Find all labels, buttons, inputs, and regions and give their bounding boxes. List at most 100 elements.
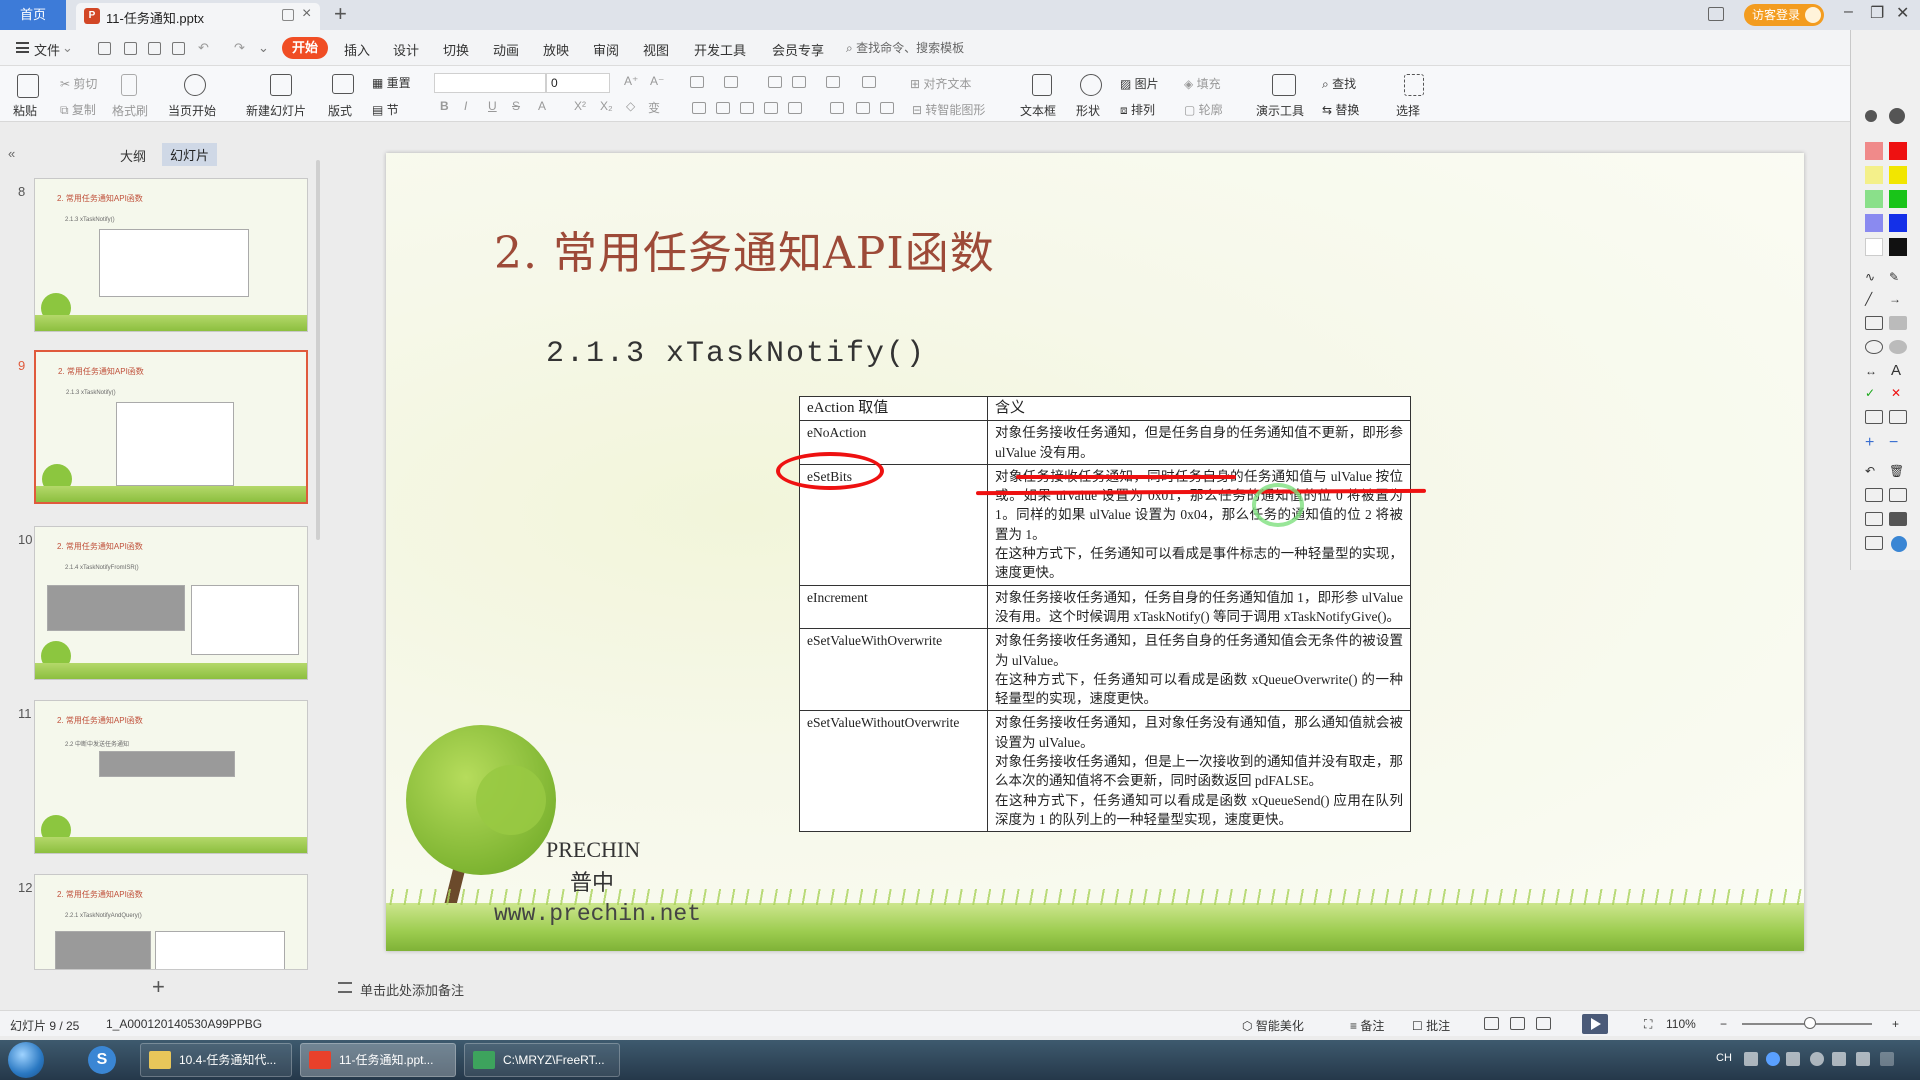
clear-format-icon[interactable]: ◇ — [626, 99, 635, 113]
play-from-current-icon[interactable] — [184, 74, 206, 96]
superscript-icon[interactable]: X² — [574, 99, 586, 113]
italic-icon[interactable]: I — [464, 99, 467, 113]
font-size-select[interactable]: 0 — [546, 73, 610, 93]
show-desktop-icon[interactable] — [1880, 1052, 1894, 1066]
shape-button[interactable]: 形状 — [1076, 102, 1100, 119]
undo-ink-icon[interactable]: ↶ — [1865, 464, 1875, 478]
color-swatch-white[interactable] — [1865, 238, 1883, 256]
line-spacing-icon[interactable] — [830, 102, 844, 114]
presentation-tools-icon[interactable] — [1272, 74, 1296, 96]
tab-home[interactable]: 首页 — [0, 0, 66, 30]
outline-button[interactable]: ▢ 轮廓 — [1184, 101, 1223, 118]
play-slideshow-button[interactable] — [1582, 1014, 1608, 1034]
reset-button[interactable]: ▦ 重置 — [372, 74, 411, 91]
zoom-region-icon[interactable] — [1889, 410, 1907, 424]
tab-insert[interactable]: 插入 — [344, 40, 370, 59]
format-painter-icon[interactable] — [121, 74, 137, 96]
network-icon[interactable] — [1810, 1052, 1824, 1066]
notification-icon[interactable] — [1856, 1052, 1870, 1066]
notes-toggle-button[interactable]: ≡ 备注 — [1350, 1017, 1384, 1034]
copy-button[interactable]: ⧉ 复制 — [60, 101, 96, 118]
notes-placeholder[interactable]: 单击此处添加备注 — [360, 980, 464, 999]
decrease-indent-icon[interactable] — [768, 76, 782, 88]
slide-thumbnail[interactable]: 2. 常用任务通知API函数 2.1.3 xTaskNotify() — [34, 178, 308, 332]
slide-thumbnail-selected[interactable]: 2. 常用任务通知API函数 2.1.3 xTaskNotify() — [34, 350, 308, 504]
color-swatch-green[interactable] — [1889, 190, 1907, 208]
subscript-icon[interactable]: X₂ — [600, 99, 613, 113]
filled-rectangle-icon[interactable] — [1889, 316, 1907, 330]
customize-icon[interactable]: ⌄ — [258, 40, 269, 56]
taskbar-item-folder[interactable]: 10.4-任务通知代... — [140, 1043, 292, 1077]
save-as-icon[interactable] — [124, 42, 137, 55]
tab-animation[interactable]: 动画 — [493, 40, 519, 59]
pen-size-large-icon[interactable] — [1889, 108, 1905, 124]
new-slide-icon[interactable] — [270, 74, 292, 96]
start-button[interactable] — [8, 1042, 44, 1078]
restore-icon[interactable]: ❐ — [1870, 3, 1884, 23]
shrink-font-icon[interactable]: A⁻ — [650, 74, 664, 88]
slide-thumbnail[interactable]: 2. 常用任务通知API函数 2.1.4 xTaskNotifyFromISR(… — [34, 526, 308, 680]
shape-icon[interactable] — [1080, 74, 1102, 96]
layout-button[interactable]: 版式 — [328, 102, 352, 119]
ellipse-tool-icon[interactable] — [1865, 340, 1883, 354]
tab-view[interactable]: 视图 — [643, 40, 669, 59]
eaction-table[interactable]: eAction 取值 含义 eNoAction 对象任务接收任务通知，但是任务自… — [799, 395, 1411, 833]
menu-file[interactable]: 文件 — [34, 40, 60, 59]
numbering-icon[interactable] — [724, 76, 738, 88]
close-tab-icon[interactable]: × — [302, 5, 311, 23]
print-preview-icon[interactable] — [172, 42, 185, 55]
fill-button[interactable]: ◈ 填充 — [1184, 75, 1221, 92]
text-tool-icon[interactable]: A — [1891, 362, 1901, 379]
crop-icon[interactable] — [1865, 410, 1883, 424]
double-arrow-icon[interactable]: ↔ — [1865, 364, 1877, 378]
color-swatch-light-blue[interactable] — [1865, 214, 1883, 232]
reading-view-icon[interactable] — [1536, 1017, 1551, 1030]
select-button[interactable]: 选择 — [1396, 102, 1420, 119]
color-swatch-light-red[interactable] — [1865, 142, 1883, 160]
redo-icon[interactable]: ↷ — [234, 40, 245, 56]
print-icon[interactable] — [148, 42, 161, 55]
tab-review[interactable]: 审阅 — [593, 40, 619, 59]
tab-member[interactable]: 会员专享 — [772, 40, 824, 59]
paste-button[interactable]: 粘贴 — [13, 102, 37, 119]
check-mark-icon[interactable]: ✓ — [1865, 386, 1875, 400]
font-color-icon[interactable]: A — [538, 99, 546, 113]
paste-icon[interactable] — [17, 74, 39, 98]
input-language[interactable]: CH — [1716, 1052, 1732, 1064]
sogou-browser-icon[interactable]: S — [88, 1046, 116, 1074]
add-slide-icon[interactable]: + — [152, 974, 165, 1000]
new-slide-button[interactable]: 新建幻灯片 — [246, 102, 306, 119]
align-left-icon[interactable] — [692, 102, 706, 114]
new-page-icon[interactable] — [1865, 488, 1883, 502]
volume-icon[interactable] — [1832, 1052, 1846, 1066]
tab-developer[interactable]: 开发工具 — [694, 40, 746, 59]
zoom-in-icon[interactable]: + — [1892, 1017, 1899, 1031]
slide-subtitle[interactable]: 2.1.3 xTaskNotify() — [546, 337, 926, 371]
keyboard-icon[interactable] — [1744, 1052, 1758, 1066]
color-swatch-red[interactable] — [1889, 142, 1907, 160]
highlighter-icon[interactable]: ✎ — [1889, 270, 1899, 284]
save-icon[interactable] — [98, 42, 111, 55]
bold-icon[interactable]: B — [440, 99, 449, 113]
increase-indent-icon[interactable] — [792, 76, 806, 88]
convert-smartart-button[interactable]: ⊟ 转智能图形 — [912, 101, 985, 118]
cut-button[interactable]: ✂ 剪切 — [60, 75, 97, 92]
slide-sorter-icon[interactable] — [1510, 1017, 1525, 1030]
close-window-icon[interactable]: ✕ — [1896, 3, 1909, 23]
tab-design[interactable]: 设计 — [393, 40, 419, 59]
sort-icon[interactable] — [862, 76, 876, 88]
tab-document[interactable]: P 11-任务通知.pptx × — [76, 3, 320, 30]
distribute-icon[interactable] — [788, 102, 802, 114]
print-ink-icon[interactable] — [1865, 512, 1883, 526]
strikethrough-icon[interactable]: S — [512, 99, 520, 113]
copy-page-icon[interactable] — [1889, 488, 1907, 502]
font-name-select[interactable] — [434, 73, 546, 93]
screenshot-icon[interactable] — [1865, 536, 1883, 550]
grow-font-icon[interactable]: A⁺ — [624, 74, 638, 88]
add-icon[interactable]: + — [1865, 434, 1874, 452]
color-swatch-black[interactable] — [1889, 238, 1907, 256]
color-swatch-light-green[interactable] — [1865, 190, 1883, 208]
justify-icon[interactable] — [764, 102, 778, 114]
color-swatch-light-yellow[interactable] — [1865, 166, 1883, 184]
layout-icon[interactable] — [1708, 7, 1724, 21]
